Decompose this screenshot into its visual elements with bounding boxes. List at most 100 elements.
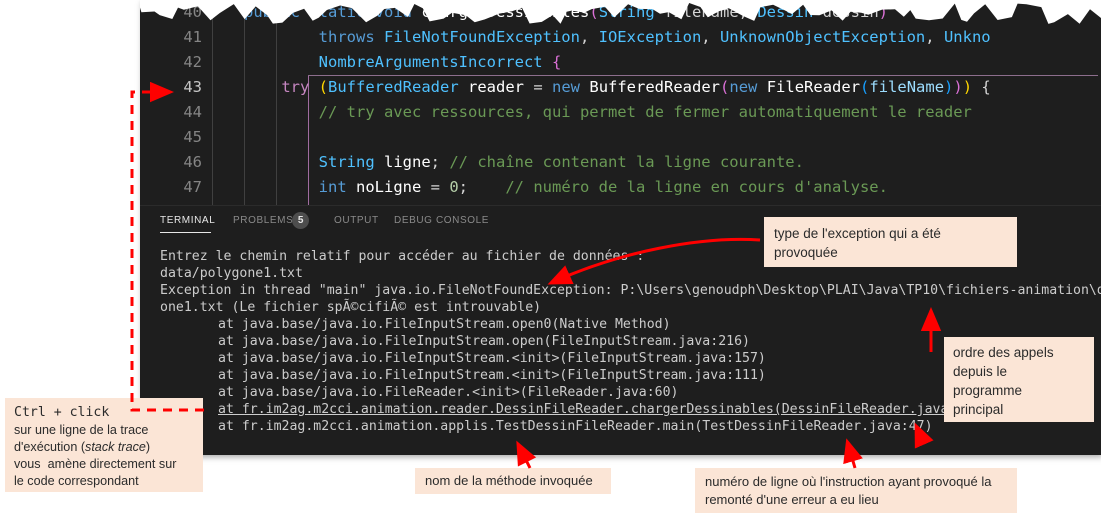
line-number-gutter: 47	[183, 178, 202, 196]
code-token: static	[309, 3, 366, 21]
line-number-gutter: 46	[183, 153, 202, 171]
code-line[interactable]: 42 NombreArgumentsIncorrect {	[140, 50, 1101, 75]
code-token: )	[944, 78, 954, 96]
code-token: )	[962, 78, 973, 96]
note-method-name: nom de la méthode invoquée	[415, 468, 611, 494]
code-token: ;	[458, 178, 506, 196]
code-token: ,	[701, 28, 720, 46]
line-number-gutter: 40	[183, 3, 202, 21]
code-token: Dessin	[757, 3, 814, 21]
code-line[interactable]: 40 public static void chargerDessinables(…	[140, 0, 1101, 25]
code-token: NombreArgumentsIncorrect	[318, 53, 543, 71]
code-token: )	[878, 3, 889, 21]
panel-tab-debug-console[interactable]: DEBUG CONSOLE	[394, 215, 489, 226]
problems-count-badge: 5	[292, 212, 310, 229]
code-token: ligne	[384, 153, 431, 171]
note-exception-type: type de l'exception qui a été provoquée	[764, 217, 1017, 267]
code-token: IOException	[598, 28, 702, 46]
code-token: String	[598, 3, 655, 21]
line-number-gutter: 44	[183, 103, 202, 121]
code-token: FileReader	[766, 78, 861, 96]
code-token: dessin	[813, 3, 879, 21]
code-token: // try avec ressources, qui permet de fe…	[244, 103, 972, 121]
code-token: filename,	[654, 3, 758, 21]
note-method-name-line1: nom de la méthode invoquée	[425, 473, 593, 488]
code-token: new	[729, 78, 758, 96]
code-line-text: throws FileNotFoundException, IOExceptio…	[244, 25, 991, 50]
panel-tab-problems[interactable]: PROBLEMS	[233, 215, 293, 226]
note-ctrl-click-line3: vous amène directement sur	[14, 457, 177, 471]
code-token: (	[720, 78, 730, 96]
code-token: =	[524, 78, 553, 96]
line-number-gutter: 42	[183, 53, 202, 71]
note-ctrl-click-stacktrace: stack trace	[85, 440, 146, 454]
terminal-line: data/polygone1.txt	[160, 266, 303, 281]
note-ctrl-click-line4: le code correspondant	[14, 474, 139, 488]
code-token: )	[953, 78, 963, 96]
code-line-list: 40 public static void chargerDessinables(…	[140, 0, 1101, 200]
code-token: ;	[430, 153, 450, 171]
code-token: throws	[318, 28, 375, 46]
code-line[interactable]: 45	[140, 125, 1101, 150]
code-token: // numéro de la ligne en cours d'analyse…	[505, 178, 888, 196]
code-token: BufferedReader	[589, 78, 721, 96]
code-token: FileNotFoundException	[384, 28, 580, 46]
code-token: ,	[925, 28, 944, 46]
code-line[interactable]: 44 // try avec ressources, qui permet de…	[140, 100, 1101, 125]
code-token: {	[972, 78, 991, 96]
panel-tab-terminal[interactable]: TERMINAL	[160, 215, 215, 226]
code-line-text: public static void chargerDessinables(St…	[244, 0, 888, 25]
code-token: new	[552, 78, 581, 96]
code-line-text: int noLigne = 0; // numéro de la ligne e…	[244, 175, 888, 200]
terminal-line: at java.base/java.io.FileInputStream.ope…	[218, 317, 671, 332]
code-token: String	[318, 153, 375, 171]
code-token: noLigne	[356, 178, 422, 196]
code-line[interactable]: 43 try (BufferedReader reader = new Buff…	[140, 75, 1101, 100]
line-number-gutter: 43	[183, 78, 202, 96]
code-token: (	[589, 3, 599, 21]
code-token: void	[374, 3, 413, 21]
code-token: (	[318, 78, 329, 96]
code-line[interactable]: 47 int noLigne = 0; // numéro de la lign…	[140, 175, 1101, 200]
terminal-line: at fr.im2ag.m2cci.animation.applis.TestD…	[218, 419, 933, 434]
terminal-line: one1.txt (Le fichier spÃ©cifiÃ© est intr…	[160, 300, 542, 315]
active-tab-underline	[160, 232, 212, 233]
note-call-order-line1: ordre des appels	[953, 345, 1054, 360]
note-ctrl-click-line2c: )	[145, 440, 151, 454]
code-token: {	[551, 53, 562, 71]
code-editor[interactable]: 40 public static void chargerDessinables(…	[140, 0, 1101, 205]
terminal-line: at java.base/java.io.FileInputStream.ope…	[218, 334, 750, 349]
code-line[interactable]: 41 throws FileNotFoundException, IOExcep…	[140, 25, 1101, 50]
code-token: Unkno	[943, 28, 991, 46]
code-line-text: NombreArgumentsIncorrect {	[244, 50, 562, 75]
code-token: (	[860, 78, 870, 96]
terminal-line: Exception in thread "main" java.io.FileN…	[160, 283, 1101, 298]
note-call-order-line4: principal	[953, 402, 1004, 417]
code-token: UnknownObjectException	[719, 28, 926, 46]
terminal-line: at java.base/java.io.FileInputStream.<in…	[218, 351, 766, 366]
code-line[interactable]: 46 String ligne; // chaîne contenant la …	[140, 150, 1101, 175]
terminal-line: at java.base/java.io.FileReader.<init>(F…	[218, 385, 679, 400]
panel-tab-output[interactable]: OUTPUT	[334, 215, 379, 226]
stack-trace-link[interactable]: at fr.im2ag.m2cci.animation.reader.Dessi…	[218, 401, 980, 418]
code-token: public	[244, 3, 300, 21]
code-token: fileName	[869, 78, 945, 96]
note-call-order: ordre des appels depuis le programme pri…	[944, 337, 1094, 422]
note-ctrl-click-title: Ctrl + click	[14, 405, 110, 420]
code-token: BufferedReader	[328, 78, 459, 96]
note-exception-type-line1: type de l'exception qui a été	[774, 226, 941, 241]
